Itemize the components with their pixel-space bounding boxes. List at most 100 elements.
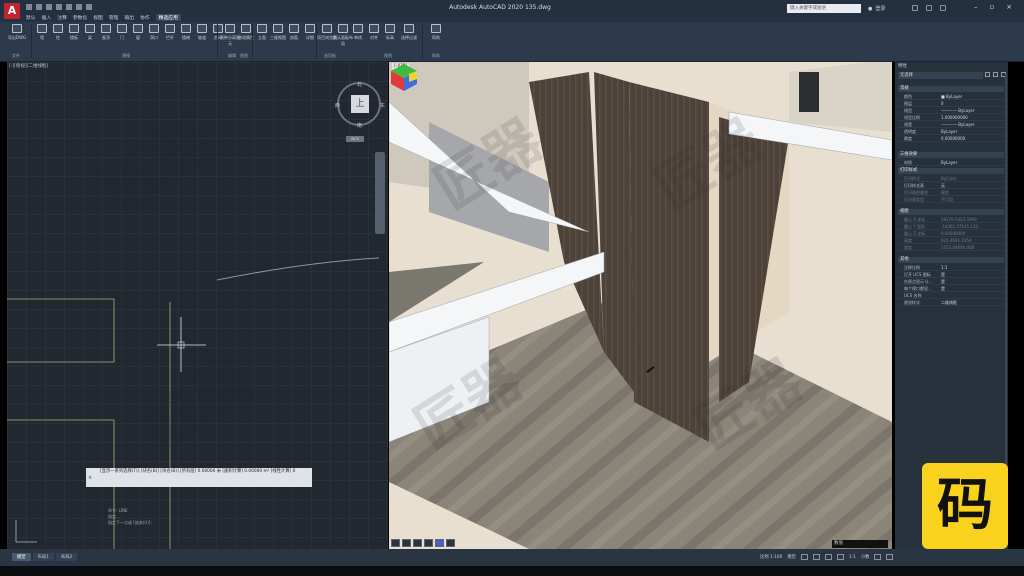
prop-row[interactable]: 每个视口都显... 是 [898, 285, 1004, 292]
tab-featured-apps[interactable]: 精选应用 [155, 14, 181, 21]
viewport-scale[interactable]: 比例 1:100 [760, 554, 782, 560]
section-general[interactable]: 常规 [898, 86, 1004, 92]
stair-button[interactable]: 楼梯 [178, 24, 194, 41]
search-input[interactable]: 键入关键字或短语 [787, 4, 861, 13]
tab-layout1[interactable]: 布局1 [32, 553, 54, 561]
section-3d-effects[interactable]: 三维效果 [898, 152, 1004, 158]
prop-row[interactable]: 视觉样式 二维线框 [898, 299, 1004, 306]
prop-row[interactable]: 高度 635.4691.1654 [898, 237, 1004, 244]
open-icon[interactable] [36, 4, 42, 10]
wcs-menu[interactable]: WCS [346, 136, 364, 142]
prop-row[interactable]: 图层 0 [898, 100, 1004, 107]
window-button[interactable]: 窗 [130, 24, 146, 41]
selection-filter-button[interactable]: 选择过滤 [398, 24, 420, 41]
help-button[interactable]: 帮助 [428, 24, 444, 41]
view-toolbar-icon[interactable] [413, 539, 422, 547]
viewcube-3d-icon[interactable] [389, 62, 419, 92]
prop-row[interactable]: 打印样式 ByColor [898, 175, 1004, 182]
prop-row[interactable]: 宽度 1523.04694.008 [898, 244, 1004, 251]
level-button[interactable]: 标高 [382, 24, 398, 41]
prop-row[interactable]: 圆心 Z 坐标 0.00000000 [898, 230, 1004, 237]
login-button[interactable]: ● 登录 [868, 5, 885, 13]
cart-icon[interactable] [912, 5, 918, 11]
prop-row[interactable]: 厚度 0.00000000 [898, 135, 1004, 142]
autocad-logo[interactable]: A [4, 3, 20, 19]
maximize-icon[interactable]: ▫ [990, 3, 995, 11]
navigation-bar[interactable] [375, 152, 385, 234]
units-label[interactable]: 小数 [861, 554, 870, 560]
tab-layout2[interactable]: 布局2 [55, 553, 78, 561]
viewcube-top-face[interactable]: 上 [351, 95, 369, 113]
export-dwg-button[interactable]: 导出DWG [6, 24, 28, 41]
workspace-icon[interactable] [874, 554, 882, 560]
annotation-scale[interactable]: 1:1 [849, 555, 856, 560]
section-view[interactable]: 视图 [898, 209, 1004, 215]
prop-row[interactable]: 打印样式表无 [898, 182, 1004, 189]
roof-button[interactable]: 屋顶 [98, 24, 114, 41]
select-objects-icon[interactable] [993, 72, 998, 77]
section-button[interactable]: 剖面 [286, 24, 302, 41]
redo-icon[interactable] [86, 4, 92, 10]
railing-button[interactable]: 栏杆 [162, 24, 178, 41]
3d-view-button[interactable]: 三维视图 [270, 24, 286, 41]
align-button[interactable]: 对齐 [366, 24, 382, 41]
prop-row[interactable]: 注释比例 1:1 [898, 264, 1004, 271]
print-icon[interactable] [66, 4, 72, 10]
selection-dropdown[interactable]: 无选择 [898, 72, 983, 79]
customize-icon[interactable] [886, 554, 894, 560]
prop-row[interactable]: 材质 ByLayer [898, 159, 1004, 166]
ortho-toggle-icon[interactable] [824, 554, 832, 560]
tab-output[interactable]: 输出 [124, 14, 134, 21]
viewcube[interactable]: 北 上 西 东 南 [335, 81, 385, 129]
toggle-pickadd-icon[interactable] [985, 72, 990, 77]
prop-row[interactable]: 打开 UCS 图标是 [898, 271, 1004, 278]
prop-row[interactable]: 颜色 ■ ByLayer [898, 93, 1004, 100]
prop-row[interactable]: 线型 ———— ByLayer [898, 107, 1004, 114]
prop-row[interactable]: 打印表附着到 模型 [898, 189, 1004, 196]
3d-viewport[interactable]: [-][透] 数值 [389, 62, 892, 549]
command-line-input[interactable]: [显示一系列选择(T)] [块名(B)] [块名(B)] [所有层] 0.000… [86, 468, 312, 487]
viewcube-west[interactable]: 西 [335, 102, 340, 109]
save-as-icon[interactable] [56, 4, 62, 10]
view-toolbar-icon[interactable] [391, 539, 400, 547]
viewcube-east[interactable]: 东 [380, 102, 385, 109]
undo-icon[interactable] [76, 4, 82, 10]
tab-collaborate[interactable]: 协作 [140, 14, 150, 21]
prop-row[interactable]: 线宽 ———— ByLayer [898, 121, 1004, 128]
single-line-button[interactable]: 单线 [350, 24, 366, 41]
exchange-icon[interactable] [926, 5, 932, 11]
view-toolbar-icon[interactable] [402, 539, 411, 547]
wall-button[interactable]: 墙 [34, 24, 50, 41]
polar-toggle-icon[interactable] [836, 554, 844, 560]
opening-button[interactable]: 洞口 [146, 24, 162, 41]
tab-insert[interactable]: 插入 [42, 14, 52, 21]
tab-parametric[interactable]: 参数化 [73, 14, 87, 21]
new-icon[interactable] [26, 4, 32, 10]
floor-button[interactable]: 楼板 [66, 24, 82, 41]
tab-manage[interactable]: 管理 [109, 14, 119, 21]
save-icon[interactable] [46, 4, 52, 10]
beam-button[interactable]: 梁 [82, 24, 98, 41]
snap-toggle-icon[interactable] [812, 554, 820, 560]
ramp-button[interactable]: 坡道 [194, 24, 210, 41]
tab-view[interactable]: 视图 [93, 14, 103, 21]
prop-row[interactable]: 在原点显示 U... 是 [898, 278, 1004, 285]
close-icon[interactable]: × [88, 475, 92, 481]
minimize-icon[interactable]: – [974, 3, 978, 11]
prop-row[interactable]: 线型比例 1.000000000 [898, 114, 1004, 121]
elevation-button[interactable]: 立面 [254, 24, 270, 41]
close-icon[interactable]: × [1006, 3, 1012, 11]
viewcube-north[interactable]: 北 [357, 81, 362, 88]
section-plot-style[interactable]: 打印样式 [898, 168, 1004, 174]
model-space-toggle[interactable]: 模型 [787, 554, 796, 560]
door-button[interactable]: 门 [114, 24, 130, 41]
column-button[interactable]: 柱 [50, 24, 66, 41]
prop-row[interactable]: 圆心 Y 坐标 -14361.47141.132 [898, 223, 1004, 230]
help-icon[interactable] [940, 5, 946, 11]
tab-model[interactable]: 模型 [12, 553, 31, 561]
prop-row[interactable]: UCS 名称 [898, 292, 1004, 299]
tab-annotate[interactable]: 注释 [57, 14, 67, 21]
tab-home[interactable]: 默认 [26, 14, 36, 21]
grid-toggle-icon[interactable] [800, 554, 808, 560]
section-misc[interactable]: 其他 [898, 257, 1004, 263]
